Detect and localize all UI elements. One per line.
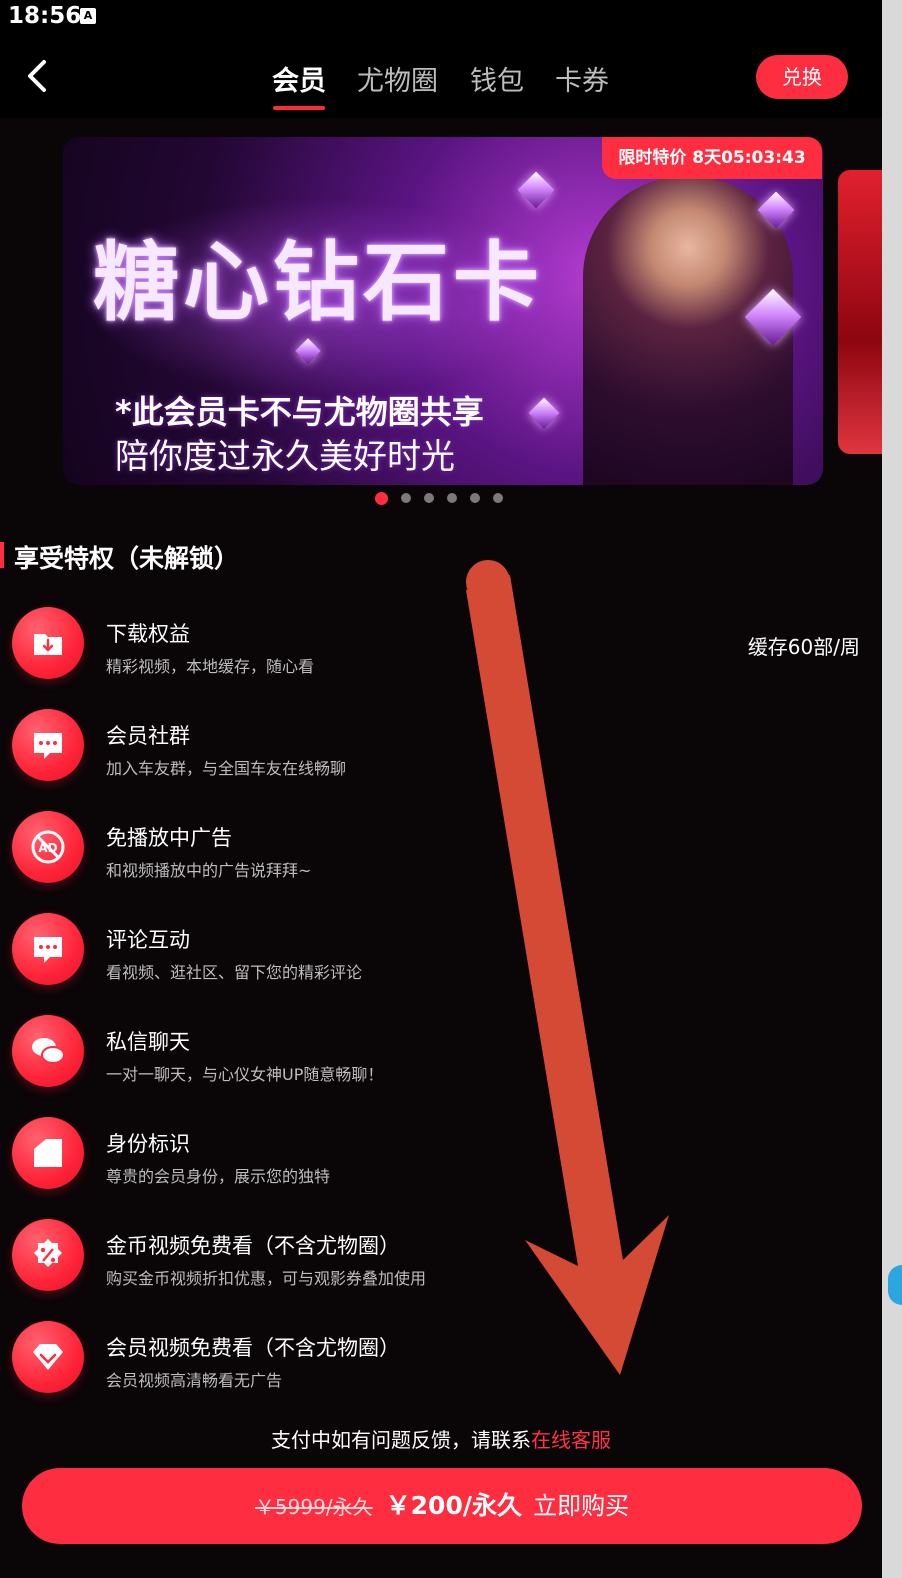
privilege-desc: 和视频播放中的广告说拜拜~ xyxy=(106,861,312,880)
privilege-coin-videos: 金币视频免费看（不含尤物圈） 购买金币视频折扣优惠，可与观影券叠加使用 xyxy=(0,1219,882,1309)
diamond-icon xyxy=(528,397,560,429)
privilege-title: 会员社群 xyxy=(106,724,190,748)
privilege-title: 身份标识 xyxy=(106,1132,190,1156)
support-text: 支付中如有问题反馈，请联系 xyxy=(271,1428,531,1452)
floating-assist-bubble[interactable] xyxy=(888,1265,902,1305)
privilege-identity: 身份标识 尊贵的会员身份，展示您的独特 xyxy=(0,1117,882,1207)
banner-title: 糖心钻石卡 xyxy=(93,232,543,333)
section-marker xyxy=(0,542,4,568)
svg-text:AD: AD xyxy=(38,841,57,855)
redeem-button[interactable]: 兑换 xyxy=(756,55,848,99)
support-note: 支付中如有问题反馈，请联系在线客服 xyxy=(0,1424,882,1453)
status-bar: 18:56 A xyxy=(0,0,882,34)
privilege-title: 下载权益 xyxy=(106,622,190,646)
carousel-dot[interactable] xyxy=(470,493,480,503)
privilege-title: 免播放中广告 xyxy=(106,826,232,850)
privilege-desc: 会员视频高清畅看无广告 xyxy=(106,1371,283,1390)
privilege-community: 会员社群 加入车友群，与全国车友在线畅聊 xyxy=(0,709,882,799)
tab-youwuquan[interactable]: 尤物圈 xyxy=(357,59,438,98)
status-time: 18:56 xyxy=(8,3,82,29)
screen-edge-strip xyxy=(882,0,902,1578)
online-support-link[interactable]: 在线客服 xyxy=(531,1428,611,1452)
carousel-dot[interactable] xyxy=(447,493,457,503)
privilege-title: 评论互动 xyxy=(106,928,190,952)
comment-icon xyxy=(12,913,84,985)
tab-member[interactable]: 会员 xyxy=(272,59,326,98)
identity-tag-icon xyxy=(12,1117,84,1189)
privilege-private-chat: 私信聊天 一对一聊天，与心仪女神UP随意畅聊！ xyxy=(0,1015,882,1105)
next-banner-peek[interactable] xyxy=(838,170,882,454)
download-folder-icon xyxy=(12,607,84,679)
carousel-dot[interactable] xyxy=(493,493,503,503)
discount-badge-icon xyxy=(12,1219,84,1291)
privilege-desc: 购买金币视频折扣优惠，可与观影券叠加使用 xyxy=(106,1269,427,1288)
carousel-dot[interactable] xyxy=(375,492,388,505)
chat-bubble-icon xyxy=(12,709,84,781)
sale-price: ￥200/永久 xyxy=(385,1491,522,1520)
no-ads-icon: AD xyxy=(12,811,84,883)
private-message-icon xyxy=(12,1015,84,1087)
buy-now-label: 立即购买 xyxy=(533,1492,630,1520)
privilege-desc: 看视频、逛社区、留下您的精彩评论 xyxy=(106,963,363,982)
privilege-title: 会员视频免费看（不含尤物圈） xyxy=(106,1336,400,1360)
privilege-vip-videos: 会员视频免费看（不含尤物圈） 会员视频高清畅看无广告 xyxy=(0,1321,882,1411)
membership-banner[interactable]: 糖心钻石卡 *此会员卡不与尤物圈共享 陪你度过永久美好时光 xyxy=(63,137,823,485)
privilege-comments: 评论互动 看视频、逛社区、留下您的精彩评论 xyxy=(0,913,882,1003)
limited-offer-badge: 限时特价 8天05:03:43 xyxy=(602,137,822,179)
back-arrow-icon[interactable] xyxy=(18,56,58,96)
top-navigation: 会员 尤物圈 钱包 卡券 兑换 xyxy=(0,34,882,118)
privilege-title: 私信聊天 xyxy=(106,1030,190,1054)
banner-slogan: 陪你度过永久美好时光 xyxy=(115,437,455,477)
tab-coupons[interactable]: 卡券 xyxy=(555,59,609,98)
carousel-dot[interactable] xyxy=(424,493,434,503)
tab-wallet[interactable]: 钱包 xyxy=(470,59,524,98)
original-price: ￥5999/永久 xyxy=(254,1495,373,1519)
active-tab-indicator xyxy=(273,106,325,110)
privilege-no-ads: AD 免播放中广告 和视频播放中的广告说拜拜~ xyxy=(0,811,882,901)
privilege-desc: 一对一聊天，与心仪女神UP随意畅聊！ xyxy=(106,1065,384,1084)
vip-diamond-icon xyxy=(12,1321,84,1393)
download-quota: 缓存60部/周 xyxy=(747,635,860,659)
notification-a-icon: A xyxy=(80,8,96,24)
buy-now-button[interactable]: ￥5999/永久 ￥200/永久 立即购买 xyxy=(22,1468,862,1544)
carousel-dot[interactable] xyxy=(401,493,411,503)
privilege-desc: 加入车友群，与全国车友在线畅聊 xyxy=(106,759,347,778)
privilege-title: 金币视频免费看（不含尤物圈） xyxy=(106,1234,400,1258)
privilege-desc: 尊贵的会员身份，展示您的独特 xyxy=(106,1167,331,1186)
banner-subtitle: *此会员卡不与尤物圈共享 xyxy=(115,393,484,431)
privileges-heading: 享受特权（未解锁） xyxy=(14,544,240,573)
privilege-download: 下载权益 精彩视频，本地缓存，随心看 缓存60部/周 xyxy=(0,607,882,697)
privilege-desc: 精彩视频，本地缓存，随心看 xyxy=(106,657,315,676)
